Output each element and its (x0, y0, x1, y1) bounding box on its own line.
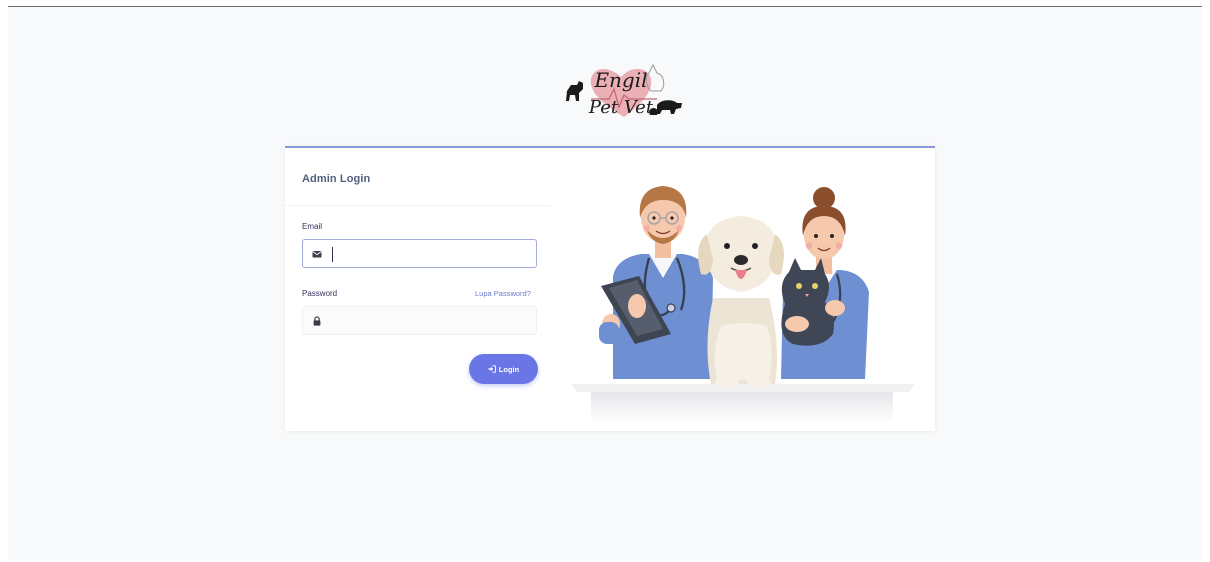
card-title-divider (285, 205, 550, 206)
male-vet-figure (599, 186, 713, 379)
password-input[interactable] (331, 311, 531, 331)
page-background: Engil Pet Vet Admin Login Email Password… (8, 7, 1202, 560)
vet-illustration (571, 186, 915, 424)
password-input-group[interactable] (302, 306, 537, 335)
email-input[interactable] (331, 244, 531, 264)
table-top (571, 384, 915, 392)
email-label: Email (302, 222, 323, 231)
email-input-group[interactable] (302, 239, 537, 268)
logo-line2: Pet Vet (588, 97, 654, 118)
login-card: Admin Login Email Password Lupa Password… (285, 146, 935, 431)
table-base (591, 388, 893, 424)
envelope-icon (312, 251, 322, 258)
lock-icon (313, 316, 321, 326)
engil-pet-vet-logo: Engil Pet Vet (566, 63, 682, 118)
logo-line1: Engil (593, 68, 647, 92)
login-button-label: Login (498, 364, 520, 374)
forgot-password-link[interactable]: Lupa Password? (475, 289, 531, 298)
password-label: Password (302, 289, 338, 298)
sign-in-icon (488, 365, 496, 373)
login-button[interactable]: Login (469, 354, 538, 384)
card-title: Admin Login (302, 173, 371, 185)
